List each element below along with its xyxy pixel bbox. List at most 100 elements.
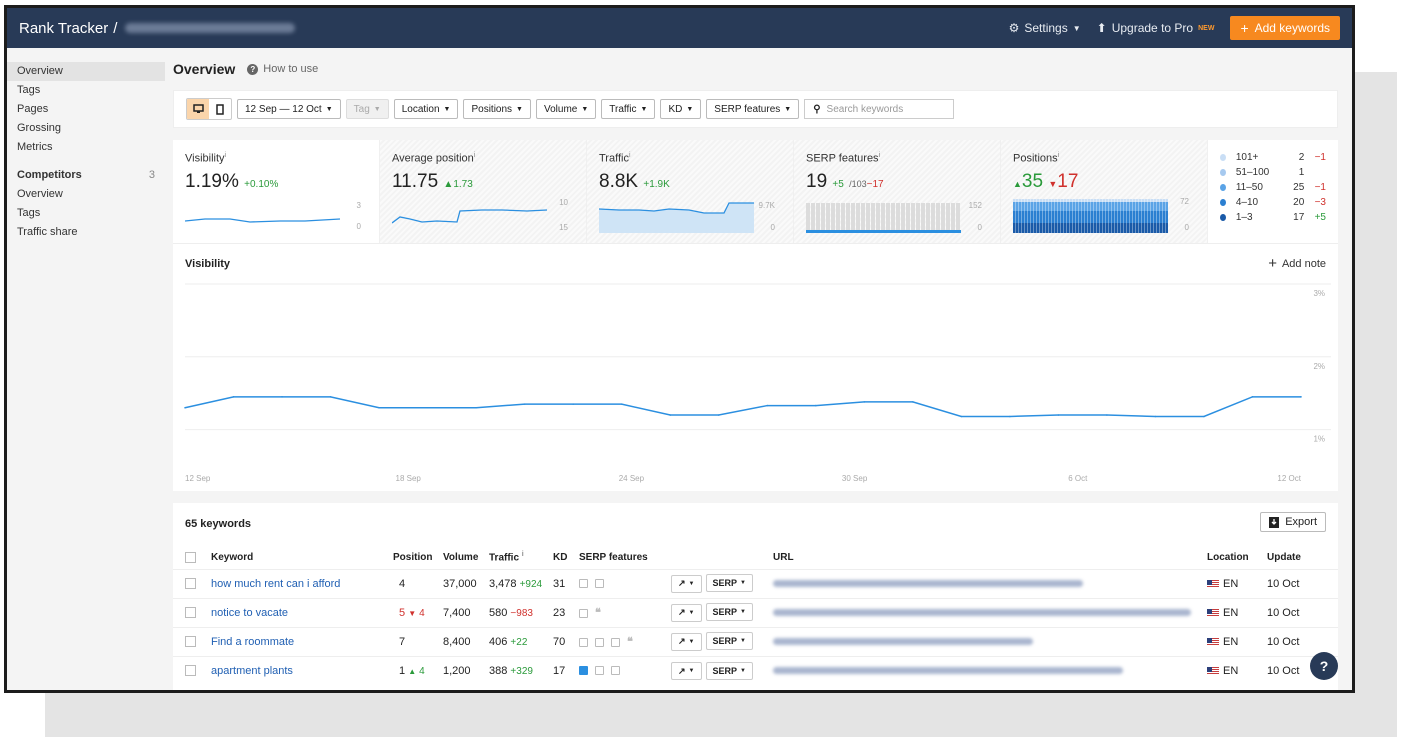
legend-row[interactable]: 4–10 20 −3	[1220, 195, 1326, 210]
data-point[interactable]	[1106, 414, 1108, 416]
featured-snippet-icon[interactable]	[579, 666, 588, 676]
data-point[interactable]	[1154, 415, 1157, 418]
col-traffic[interactable]: Traffic i	[485, 546, 549, 569]
data-point[interactable]	[669, 414, 672, 416]
sidebar-item-tags[interactable]: Tags	[7, 81, 165, 100]
data-point[interactable]	[426, 406, 429, 409]
tag-filter[interactable]: Tag ▼	[345, 99, 389, 119]
row-checkbox[interactable]	[185, 578, 196, 590]
data-point[interactable]	[1057, 414, 1060, 416]
date-range-select[interactable]: 12 Sep — 12 Oct ▼	[237, 99, 341, 119]
serp-button[interactable]: SERP ▼	[705, 661, 753, 680]
col-location[interactable]: Location	[1203, 546, 1263, 569]
keyword-link[interactable]: notice to vacate	[211, 607, 288, 619]
legend-row[interactable]: 11–50 25 −1	[1220, 180, 1326, 195]
sidebar-competitors-header[interactable]: Competitors 3	[7, 166, 165, 185]
quote-icon[interactable]: ❝	[627, 636, 633, 648]
legend-row[interactable]: 51–100 1	[1220, 165, 1326, 180]
sidebar-item-grossing[interactable]: Grossing	[7, 119, 165, 138]
chart-toggle-button[interactable]: ↗ ▼	[671, 662, 702, 680]
app-name[interactable]: Rank Tracker	[19, 20, 108, 37]
url-blurred[interactable]	[773, 579, 1083, 587]
col-update[interactable]: Update	[1263, 546, 1338, 569]
sidebar-item-overview[interactable]: Overview	[7, 62, 165, 81]
chart-toggle-button[interactable]: ↗ ▼	[671, 632, 702, 651]
data-point[interactable]	[232, 396, 235, 398]
data-point[interactable]	[572, 403, 574, 405]
col-keyword[interactable]: Keyword	[207, 546, 389, 569]
sidebar-item-pages[interactable]: Pages	[7, 100, 165, 119]
keyword-link[interactable]: apartment plants	[211, 665, 293, 677]
serp-features-filter[interactable]: SERP features ▼	[706, 99, 800, 119]
add-keywords-button[interactable]: + Add keywords	[1230, 16, 1340, 40]
data-point[interactable]	[814, 404, 817, 407]
data-point[interactable]	[523, 403, 526, 405]
serp-feature-icon[interactable]	[579, 579, 588, 589]
search-input[interactable]: ⚲ Search keywords	[804, 99, 955, 119]
traffic-card[interactable]: Traffici 8.8K +1.9K 9.7K 0	[587, 140, 794, 243]
quote-icon[interactable]: ❝	[595, 607, 601, 619]
url-blurred[interactable]	[773, 608, 1191, 616]
upgrade-link[interactable]: ⬆ Upgrade to Pro NEW	[1097, 21, 1215, 35]
serp-feature-icon[interactable]	[579, 637, 588, 647]
sidebar-competitor-traffic-share[interactable]: Traffic share	[7, 223, 165, 242]
legend-row[interactable]: 1–3 17 +5	[1220, 210, 1326, 225]
serp-feature-icon[interactable]	[611, 666, 620, 676]
row-checkbox[interactable]	[185, 607, 196, 619]
how-to-use-link[interactable]: ? How to use	[247, 63, 318, 75]
data-point[interactable]	[1300, 396, 1302, 398]
settings-menu[interactable]: ⚙ Settings ▼	[1009, 21, 1081, 35]
serp-feature-icon[interactable]	[595, 579, 604, 589]
data-point[interactable]	[184, 406, 186, 409]
data-point[interactable]	[1251, 396, 1254, 398]
volume-filter[interactable]: Volume ▼	[535, 99, 597, 119]
sidebar-competitor-tags[interactable]: Tags	[7, 204, 165, 223]
serp-button[interactable]: SERP ▼	[705, 574, 753, 593]
desktop-icon[interactable]	[187, 99, 209, 119]
row-checkbox[interactable]	[185, 636, 196, 648]
sidebar-competitor-overview[interactable]: Overview	[7, 185, 165, 204]
url-blurred[interactable]	[773, 666, 1123, 674]
data-point[interactable]	[378, 406, 380, 409]
chart-toggle-button[interactable]: ↗ ▼	[671, 603, 702, 622]
export-button[interactable]: Export	[1260, 512, 1326, 532]
select-all-checkbox[interactable]	[185, 551, 196, 563]
keyword-link[interactable]: how much rent can i afford	[211, 578, 340, 590]
serp-feature-icon[interactable]	[595, 666, 604, 676]
serp-button[interactable]: SERP ▼	[705, 603, 753, 622]
mobile-icon[interactable]	[209, 99, 231, 119]
serp-feature-icon[interactable]	[579, 608, 588, 618]
kd-filter[interactable]: KD ▼	[660, 99, 702, 119]
data-point[interactable]	[960, 415, 963, 418]
traffic-filter[interactable]: Traffic ▼	[601, 99, 656, 119]
row-checkbox[interactable]	[185, 665, 196, 677]
serp-feature-icon[interactable]	[611, 637, 620, 647]
help-button[interactable]: ?	[1310, 652, 1338, 680]
data-point[interactable]	[620, 403, 623, 405]
location-filter[interactable]: Location ▼	[393, 99, 459, 119]
serp-features-card[interactable]: SERP featuresi 19 +5 /103−17 152 0	[794, 140, 1001, 243]
data-point[interactable]	[1009, 415, 1011, 418]
serp-feature-icon[interactable]	[595, 637, 604, 647]
url-blurred[interactable]	[773, 637, 1033, 645]
data-point[interactable]	[329, 396, 332, 398]
visibility-card[interactable]: Visibilityi 1.19% +0.10% 3 0	[173, 140, 380, 243]
data-point[interactable]	[912, 401, 914, 403]
legend-row[interactable]: 101+ 2 −1	[1220, 150, 1326, 165]
keyword-link[interactable]: Find a roommate	[211, 636, 294, 648]
col-kd[interactable]: KD	[549, 546, 575, 569]
sidebar-item-metrics[interactable]: Metrics	[7, 138, 165, 157]
col-position[interactable]: Position	[389, 546, 439, 569]
col-url[interactable]: URL	[769, 546, 1203, 569]
chart-toggle-button[interactable]: ↗ ▼	[671, 574, 702, 593]
positions-card[interactable]: Positionsi ▲35 ▼17 72 0	[1001, 140, 1208, 243]
data-point[interactable]	[1203, 415, 1205, 418]
col-volume[interactable]: Volume	[439, 546, 485, 569]
project-name-blurred[interactable]	[125, 23, 296, 33]
data-point[interactable]	[475, 406, 477, 409]
data-point[interactable]	[281, 396, 283, 398]
data-point[interactable]	[766, 404, 769, 407]
col-serp-features[interactable]: SERP features	[575, 546, 667, 569]
data-point[interactable]	[717, 414, 720, 416]
positions-filter[interactable]: Positions ▼	[463, 99, 531, 119]
